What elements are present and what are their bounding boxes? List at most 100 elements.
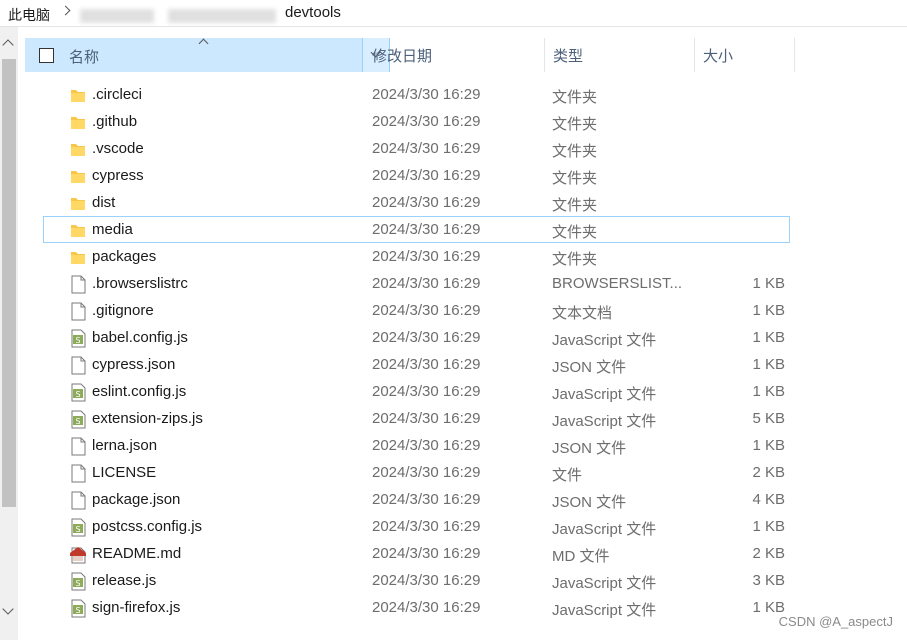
- breadcrumb-redacted-segment: [168, 9, 276, 23]
- file-name: extension-zips.js: [92, 410, 203, 427]
- file-modified-date: 2024/3/30 16:29: [372, 302, 481, 319]
- scroll-thumb[interactable]: [2, 59, 16, 507]
- file-size: 1 KB: [752, 275, 785, 292]
- column-header-size[interactable]: 大小: [695, 38, 795, 72]
- table-row[interactable]: Seslint.config.js 2024/3/30 16:29 JavaScri…: [43, 378, 790, 405]
- svg-text:S: S: [75, 336, 80, 345]
- table-row[interactable]: Srelease.js 2024/3/30 16:29 JavaScript 文件 3…: [43, 567, 790, 594]
- file-icon: [69, 491, 87, 510]
- file-icon: [69, 464, 87, 483]
- watermark: CSDN @A_aspectJ: [778, 614, 893, 629]
- column-header-label: 大小: [703, 47, 734, 65]
- file-modified-date: 2024/3/30 16:29: [372, 491, 481, 508]
- file-modified-date: 2024/3/30 16:29: [372, 410, 481, 427]
- file-name: eslint.config.js: [92, 383, 187, 400]
- file-type: JSON 文件: [552, 494, 627, 511]
- file-type: BROWSERSLIST...: [552, 275, 682, 292]
- file-type: JavaScript 文件: [552, 602, 657, 619]
- table-row[interactable]: cypress 2024/3/30 16:29 文件夹: [43, 162, 790, 189]
- file-type: 文件夹: [552, 197, 598, 214]
- file-modified-date: 2024/3/30 16:29: [372, 221, 481, 238]
- file-modified-date: 2024/3/30 16:29: [372, 545, 481, 562]
- divider: [0, 26, 907, 27]
- file-name: cypress.json: [92, 356, 176, 373]
- file-name: babel.config.js: [92, 329, 188, 346]
- folder-icon: [69, 221, 87, 240]
- table-row[interactable]: Ssign-firefox.js 2024/3/30 16:29 JavaScrip…: [43, 594, 790, 621]
- breadcrumb-root[interactable]: 此电脑: [8, 5, 50, 25]
- file-modified-date: 2024/3/30 16:29: [372, 572, 481, 589]
- column-header-name[interactable]: 名称: [25, 38, 363, 72]
- js-file-icon: S: [69, 599, 87, 618]
- file-size: 2 KB: [752, 545, 785, 562]
- js-file-icon: S: [69, 410, 87, 429]
- file-name: .browserslistrc: [92, 275, 188, 292]
- file-modified-date: 2024/3/30 16:29: [372, 599, 481, 616]
- vertical-scrollbar[interactable]: [0, 27, 18, 640]
- file-type: 文件夹: [552, 89, 598, 106]
- table-row[interactable]: Sbabel.config.js 2024/3/30 16:29 JavaScrip…: [43, 324, 790, 351]
- file-icon: [69, 437, 87, 456]
- table-row[interactable]: package.json 2024/3/30 16:29 JSON 文件 4 KB: [43, 486, 790, 513]
- md-file-icon: [69, 545, 87, 564]
- file-size: 1 KB: [752, 329, 785, 346]
- js-file-icon: S: [69, 383, 87, 402]
- table-row[interactable]: .github 2024/3/30 16:29 文件夹: [43, 108, 790, 135]
- svg-text:S: S: [75, 579, 80, 588]
- file-modified-date: 2024/3/30 16:29: [372, 194, 481, 211]
- table-row[interactable]: media 2024/3/30 16:29 文件夹: [43, 216, 790, 243]
- table-row[interactable]: cypress.json 2024/3/30 16:29 JSON 文件 1 KB: [43, 351, 790, 378]
- file-modified-date: 2024/3/30 16:29: [372, 140, 481, 157]
- select-all-checkbox[interactable]: [39, 48, 54, 63]
- column-header-date[interactable]: 修改日期: [364, 38, 545, 72]
- scroll-up-icon[interactable]: [2, 39, 14, 51]
- file-type: JavaScript 文件: [552, 521, 657, 538]
- table-row[interactable]: lerna.json 2024/3/30 16:29 JSON 文件 1 KB: [43, 432, 790, 459]
- scroll-down-icon[interactable]: [2, 603, 14, 615]
- breadcrumb-current[interactable]: devtools: [285, 4, 341, 21]
- chevron-right-icon[interactable]: [60, 5, 71, 16]
- file-name: cypress: [92, 167, 144, 184]
- file-type: 文件夹: [552, 116, 598, 133]
- file-type: MD 文件: [552, 548, 610, 565]
- table-row[interactable]: LICENSE 2024/3/30 16:29 文件 2 KB: [43, 459, 790, 486]
- file-modified-date: 2024/3/30 16:29: [372, 167, 481, 184]
- file-name: LICENSE: [92, 464, 157, 481]
- table-row[interactable]: README.md 2024/3/30 16:29 MD 文件 2 KB: [43, 540, 790, 567]
- column-header-label: 类型: [553, 47, 584, 65]
- file-name: .github: [92, 113, 138, 130]
- file-name: packages: [92, 248, 157, 265]
- table-row[interactable]: Spostcss.config.js 2024/3/30 16:29 JavaScr…: [43, 513, 790, 540]
- file-name: .vscode: [92, 140, 144, 157]
- table-row[interactable]: dist 2024/3/30 16:29 文件夹: [43, 189, 790, 216]
- table-row[interactable]: Sextension-zips.js 2024/3/30 16:29 JavaScr…: [43, 405, 790, 432]
- file-type: JavaScript 文件: [552, 332, 657, 349]
- column-header-type[interactable]: 类型: [545, 38, 695, 72]
- file-type: JavaScript 文件: [552, 413, 657, 430]
- file-size: 2 KB: [752, 464, 785, 481]
- folder-icon: [69, 86, 87, 105]
- table-row[interactable]: .circleci 2024/3/30 16:29 文件夹: [43, 81, 790, 108]
- file-modified-date: 2024/3/30 16:29: [372, 248, 481, 265]
- column-header-label: 修改日期: [372, 47, 433, 65]
- file-modified-date: 2024/3/30 16:29: [372, 356, 481, 373]
- file-size: 1 KB: [752, 518, 785, 535]
- column-header: 名称 修改日期 类型 大小: [25, 38, 907, 72]
- file-type: JSON 文件: [552, 359, 627, 376]
- file-name: release.js: [92, 572, 157, 589]
- file-modified-date: 2024/3/30 16:29: [372, 86, 481, 103]
- file-name: .circleci: [92, 86, 143, 103]
- file-size: 1 KB: [752, 383, 785, 400]
- file-modified-date: 2024/3/30 16:29: [372, 518, 481, 535]
- sort-ascending-icon: [198, 38, 209, 49]
- table-row[interactable]: .vscode 2024/3/30 16:29 文件夹: [43, 135, 790, 162]
- svg-text:S: S: [75, 525, 80, 534]
- table-row[interactable]: .browserslistrc 2024/3/30 16:29 BROWSERSLI…: [43, 270, 790, 297]
- file-size: 4 KB: [752, 491, 785, 508]
- table-row[interactable]: packages 2024/3/30 16:29 文件夹: [43, 243, 790, 270]
- file-icon: [69, 356, 87, 375]
- file-type: JavaScript 文件: [552, 386, 657, 403]
- file-size: 1 KB: [752, 437, 785, 454]
- file-type: 文件夹: [552, 170, 598, 187]
- table-row[interactable]: .gitignore 2024/3/30 16:29 文本文档 1 KB: [43, 297, 790, 324]
